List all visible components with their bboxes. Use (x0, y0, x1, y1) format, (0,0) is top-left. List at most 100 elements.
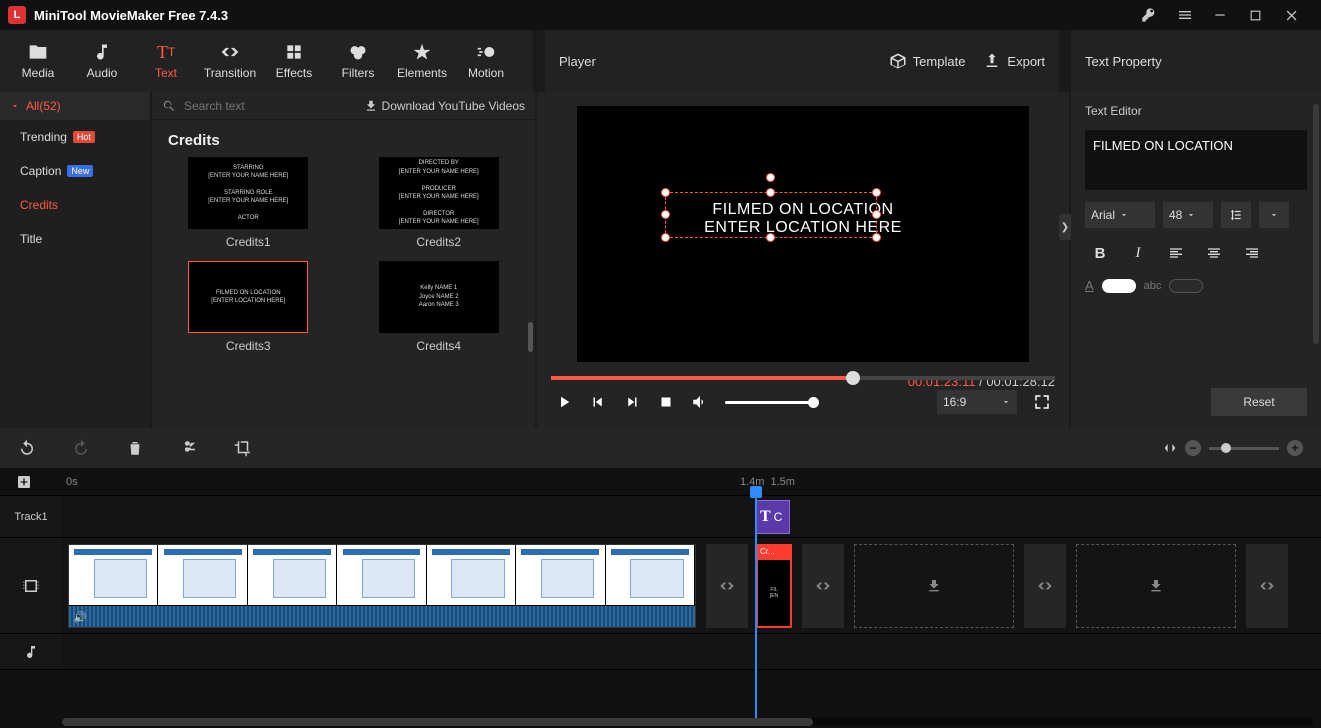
progress-bar[interactable] (551, 376, 1055, 380)
italic-button[interactable]: I (1123, 240, 1153, 266)
tab-filters[interactable]: Filters (326, 30, 390, 92)
video-track-body[interactable]: 🔊 Cr... FIL[EN (62, 538, 1321, 633)
delete-button[interactable] (126, 439, 144, 457)
ruler-zero: 0s (66, 476, 78, 488)
text-color-icon: A (1085, 278, 1094, 293)
split-button[interactable] (180, 439, 198, 457)
zoom-in-button[interactable]: + (1287, 440, 1303, 456)
clip-audio-icon[interactable]: 🔊 (73, 611, 87, 624)
stop-button[interactable] (657, 393, 675, 411)
fullscreen-button[interactable] (1033, 393, 1051, 411)
transition-slot-3[interactable] (1024, 544, 1066, 628)
fontsize-select[interactable]: 48 (1163, 202, 1213, 228)
text-track-body[interactable]: T C (62, 496, 1321, 537)
text-clip[interactable]: T C (756, 500, 790, 534)
category-trending[interactable]: TrendingHot (0, 120, 150, 154)
video-clip-main[interactable]: 🔊 (68, 544, 696, 628)
export-label: Export (1007, 54, 1045, 69)
drop-zone-1[interactable] (854, 544, 1014, 628)
aspect-value: 16:9 (943, 395, 966, 409)
text-color-swatch[interactable] (1102, 279, 1136, 293)
aspect-select[interactable]: 16:9 (937, 390, 1017, 414)
text-editor-input[interactable] (1085, 130, 1307, 190)
tab-transition-label: Transition (204, 66, 256, 80)
audio-track-body[interactable] (62, 634, 1321, 669)
thumb-credits4[interactable]: Kelly NAME 1Joyce NAME 2Aaron NAME 3Cred… (359, 261, 520, 353)
video-clip-credits[interactable]: Cr... FIL[EN (756, 544, 792, 628)
category-caption[interactable]: CaptionNew (0, 154, 150, 188)
tab-audio[interactable]: Audio (70, 30, 134, 92)
credits-clip-tag: Cr... (758, 546, 790, 560)
timeline-h-scrollbar[interactable] (62, 718, 1313, 726)
timeline-ruler[interactable]: 0s 1.4m 1.5m (0, 468, 1321, 496)
zoom-slider[interactable] (1209, 447, 1279, 450)
template-label: Template (913, 54, 966, 69)
bg-color-swatch[interactable] (1169, 279, 1203, 293)
text-icon: TT (156, 42, 176, 62)
thumb-credits2[interactable]: DIRECTED BY[ENTER YOUR NAME HERE] PRODUC… (359, 157, 520, 249)
tab-effects[interactable]: Effects (262, 30, 326, 92)
transition-slot-2[interactable] (802, 544, 844, 628)
tab-text[interactable]: TT Text (134, 30, 198, 92)
tab-motion[interactable]: Motion (454, 30, 518, 92)
timeline-toolbar: − + (0, 428, 1321, 468)
transition-slot-1[interactable] (706, 544, 748, 628)
player-stage[interactable]: FILMED ON LOCATION ENTER LOCATION HERE (577, 106, 1029, 362)
minimize-button[interactable] (1213, 8, 1241, 22)
crop-button[interactable] (234, 439, 252, 457)
align-left-button[interactable] (1161, 240, 1191, 266)
undo-button[interactable] (18, 439, 36, 457)
font-value: Arial (1091, 208, 1115, 222)
properties-scrollbar[interactable] (1313, 104, 1319, 344)
menu-icon[interactable] (1177, 7, 1205, 23)
selection-box[interactable] (665, 192, 877, 238)
fit-timeline-button[interactable] (1163, 441, 1177, 455)
add-track-button[interactable] (0, 474, 62, 490)
video-track: 🔊 Cr... FIL[EN (0, 538, 1321, 634)
download-youtube-button[interactable]: Download YouTube Videos (364, 99, 525, 113)
transition-slot-4[interactable] (1246, 544, 1288, 628)
tab-media-label: Media (22, 66, 55, 80)
close-button[interactable] (1285, 8, 1313, 23)
chevron-down-icon (1001, 397, 1011, 407)
property-title: Text Property (1085, 54, 1162, 69)
zoom-out-button[interactable]: − (1185, 440, 1201, 456)
category-all[interactable]: All(52) (0, 92, 150, 120)
bold-button[interactable]: B (1085, 240, 1115, 266)
text-track-header: Track1 (0, 496, 62, 537)
maximize-button[interactable] (1249, 9, 1277, 22)
activate-icon[interactable] (1141, 7, 1169, 23)
text-clip-icon: T (760, 508, 771, 526)
panel-expand-toggle[interactable]: ❯ (1059, 214, 1071, 240)
tab-motion-label: Motion (468, 66, 504, 80)
reset-button[interactable]: Reset (1211, 388, 1307, 416)
more-spacing-button[interactable] (1259, 202, 1289, 228)
template-button[interactable]: Template (889, 52, 966, 70)
search-input[interactable] (184, 99, 304, 113)
volume-icon[interactable] (691, 393, 709, 411)
align-center-button[interactable] (1199, 240, 1229, 266)
category-credits[interactable]: Credits (0, 188, 150, 222)
tab-elements-label: Elements (397, 66, 447, 80)
tab-elements[interactable]: Elements (390, 30, 454, 92)
prev-frame-button[interactable] (589, 393, 607, 411)
drop-zone-2[interactable] (1076, 544, 1236, 628)
property-header: Text Property (1071, 30, 1321, 92)
volume-slider[interactable] (725, 401, 815, 404)
export-button[interactable]: Export (983, 52, 1045, 70)
thumb-credits1[interactable]: STARRING[ENTER YOUR NAME HERE] STARRING … (168, 157, 329, 249)
thumb-credits3[interactable]: FILMED ON LOCATION[ENTER LOCATION HERE]C… (168, 261, 329, 353)
play-button[interactable] (555, 393, 573, 411)
category-title[interactable]: Title (0, 222, 150, 256)
next-frame-button[interactable] (623, 393, 641, 411)
audio-track-header (0, 634, 62, 669)
tab-media[interactable]: Media (6, 30, 70, 92)
align-right-button[interactable] (1237, 240, 1267, 266)
tab-effects-label: Effects (276, 66, 312, 80)
line-spacing-button[interactable] (1221, 202, 1251, 228)
tab-transition[interactable]: Transition (198, 30, 262, 92)
font-select[interactable]: Arial (1085, 202, 1155, 228)
redo-button[interactable] (72, 439, 90, 457)
fontsize-value: 48 (1169, 208, 1182, 222)
thumbnails-scrollbar[interactable] (528, 322, 533, 352)
